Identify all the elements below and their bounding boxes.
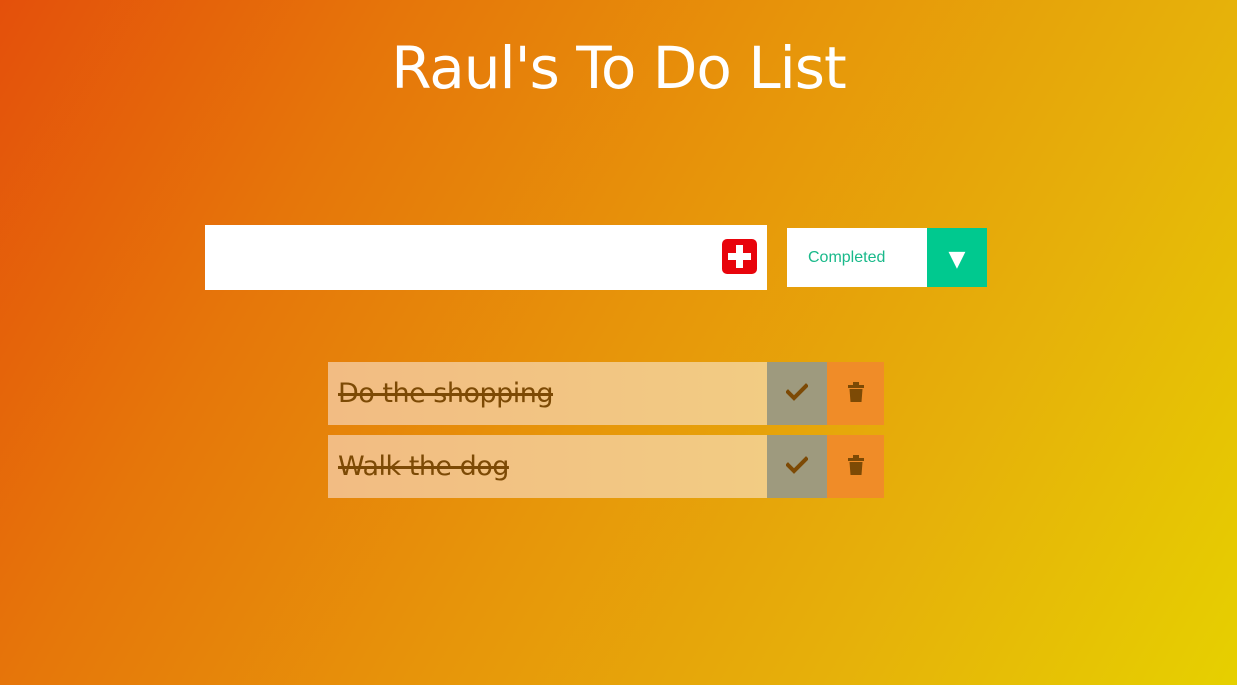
- dropdown-arrow-icon[interactable]: ▼: [927, 228, 987, 287]
- todo-text: Walk the dog: [338, 451, 509, 482]
- plus-icon: [728, 245, 751, 268]
- delete-button[interactable]: [827, 435, 884, 498]
- add-todo-button[interactable]: [722, 239, 757, 274]
- trash-icon: [847, 382, 864, 402]
- filter-select[interactable]: Completed ▼: [787, 228, 987, 287]
- complete-button[interactable]: [767, 435, 827, 498]
- check-icon: [786, 383, 808, 401]
- complete-button[interactable]: [767, 362, 827, 425]
- filter-selected-value: Completed: [808, 249, 886, 266]
- todo-list: Do the shopping Walk the dog: [328, 362, 884, 508]
- todo-form: [205, 225, 767, 290]
- todo-item: Do the shopping: [328, 362, 884, 425]
- check-icon: [786, 456, 808, 474]
- page-title: Raul's To Do List: [391, 34, 847, 102]
- todo-input[interactable]: [205, 225, 710, 290]
- todo-item: Walk the dog: [328, 435, 884, 498]
- trash-icon: [847, 455, 864, 475]
- todo-text: Do the shopping: [338, 378, 554, 409]
- delete-button[interactable]: [827, 362, 884, 425]
